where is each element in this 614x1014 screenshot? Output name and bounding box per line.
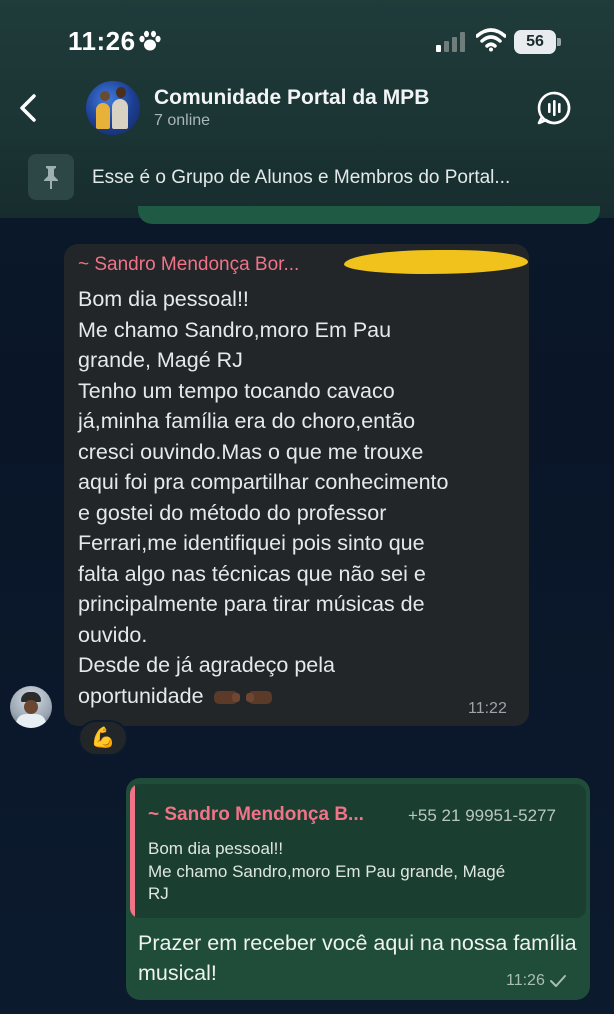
message-text-content: Bom dia pessoal!! Me chamo Sandro,moro E… <box>78 287 449 708</box>
redaction-mark <box>344 250 528 274</box>
group-title[interactable]: Comunidade Portal da MPB <box>154 86 429 110</box>
group-online-count: 7 online <box>154 112 211 129</box>
quoted-sender-name: ~ Sandro Mendonça B... <box>148 804 364 825</box>
status-time: 11:26 <box>68 26 136 56</box>
fist-bump-emoji-icon <box>213 690 272 704</box>
message-timestamp-sent: 11:26 <box>506 972 567 990</box>
group-avatar[interactable] <box>86 81 140 135</box>
quoted-text: Bom dia pessoal!! Me chamo Sandro,moro E… <box>148 839 506 903</box>
previous-message-edge <box>138 206 600 224</box>
message-reaction[interactable]: 💪 <box>78 720 128 756</box>
wifi-icon <box>476 28 506 52</box>
voice-chat-icon[interactable] <box>536 90 572 126</box>
quote-accent-bar <box>130 784 135 918</box>
cellular-signal-icon <box>436 32 465 52</box>
message-text: Bom dia pessoal!! Me chamo Sandro,moro E… <box>78 284 518 711</box>
quoted-sender-phone: +55 21 99951-5277 <box>408 806 556 825</box>
battery-level: 56 <box>514 30 556 54</box>
sender-avatar[interactable] <box>10 686 52 728</box>
message-timestamp: 11:22 <box>468 700 507 717</box>
outgoing-message[interactable]: ~ Sandro Mendonça B... +55 21 99951-5277… <box>126 778 590 1000</box>
top-header-area: 11:26 56 Comunidade Portal da MPB 7 onli… <box>0 0 614 218</box>
quoted-reply[interactable]: ~ Sandro Mendonça B... +55 21 99951-5277… <box>130 784 586 918</box>
sent-time: 11:26 <box>506 972 545 989</box>
status-bar: 11:26 56 <box>0 0 614 80</box>
reaction-emoji: 💪 <box>90 727 116 749</box>
message-sender-name[interactable]: ~ Sandro Mendonça Bor... <box>78 254 299 276</box>
chat-header: Comunidade Portal da MPB 7 online <box>0 78 614 138</box>
paw-icon <box>139 30 161 51</box>
pin-icon <box>44 166 58 189</box>
incoming-message[interactable]: ~ Sandro Mendonça Bor... Bom dia pessoal… <box>64 244 529 726</box>
pinned-message-text: Esse é o Grupo de Alunos e Membros do Po… <box>92 167 511 188</box>
battery-icon: 56 <box>514 30 562 54</box>
back-arrow-icon[interactable] <box>14 90 44 126</box>
pinned-message-bar[interactable]: Esse é o Grupo de Alunos e Membros do Po… <box>0 150 614 204</box>
pin-icon-box <box>28 154 74 200</box>
sent-check-icon <box>549 974 566 987</box>
